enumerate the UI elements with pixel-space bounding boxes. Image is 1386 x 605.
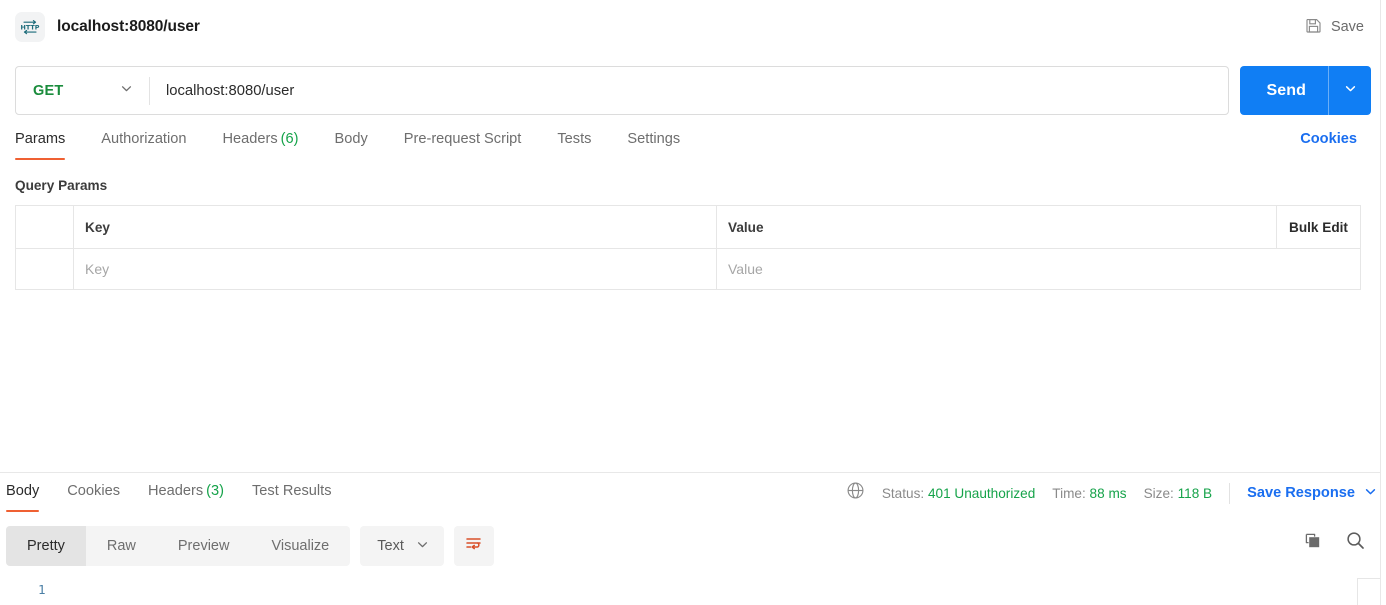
view-mode-segmented-control: Pretty Raw Preview Visualize xyxy=(6,526,351,566)
tab-body[interactable]: Body xyxy=(334,128,367,160)
send-button-group: Send xyxy=(1240,66,1371,115)
size-label-text: Size: xyxy=(1143,485,1174,501)
body-format-label: Text xyxy=(377,538,404,554)
response-body-editor[interactable] xyxy=(0,572,1380,605)
request-header-bar: HTTP localhost:8080/user Save xyxy=(0,0,1386,54)
response-tab-headers-count: (3) xyxy=(206,483,225,499)
tab-headers-count: (6) xyxy=(280,131,299,147)
response-section-divider xyxy=(0,472,1380,473)
request-tab-bar: Params Authorization Headers (6) Body Pre… xyxy=(0,128,1386,168)
response-tab-bar: Body Cookies Headers (3) Test Results Sta… xyxy=(0,480,1386,518)
send-button[interactable]: Send xyxy=(1240,66,1328,115)
row-checkbox-cell[interactable] xyxy=(15,248,74,290)
status-label: Status: 401 Unauthorized xyxy=(882,486,1035,501)
response-tab-cookies-label: Cookies xyxy=(67,483,120,499)
response-tab-test-results-label: Test Results xyxy=(252,483,332,499)
response-meta: Status: 401 Unauthorized Time: 88 ms Siz… xyxy=(846,480,1386,505)
search-icon[interactable] xyxy=(1345,530,1366,551)
url-input[interactable] xyxy=(150,67,1229,114)
http-method-label: GET xyxy=(33,82,64,99)
view-mode-preview[interactable]: Preview xyxy=(157,526,251,566)
tab-params-label: Params xyxy=(15,131,66,147)
view-mode-visualize[interactable]: Visualize xyxy=(250,526,350,566)
view-mode-pretty[interactable]: Pretty xyxy=(6,526,86,566)
table-header-row: Key Value Bulk Edit xyxy=(15,205,1361,249)
key-input-placeholder[interactable]: Key xyxy=(74,261,716,277)
response-tab-body[interactable]: Body xyxy=(6,480,40,512)
response-body-actions xyxy=(1303,530,1366,551)
size-value: 118 B xyxy=(1177,485,1213,501)
status-value: 401 Unauthorized xyxy=(927,485,1036,501)
response-tab-body-label: Body xyxy=(6,483,40,499)
line-number: 1 xyxy=(38,582,46,597)
column-header-value: Value xyxy=(728,219,764,235)
chevron-down-icon xyxy=(415,537,430,556)
value-input-placeholder[interactable]: Value xyxy=(717,261,1360,277)
save-button[interactable]: Save xyxy=(1305,17,1364,38)
url-bar-row: GET Send xyxy=(15,66,1371,115)
header-cell-checkbox xyxy=(15,205,74,249)
tab-params[interactable]: Params xyxy=(15,128,66,160)
tab-tests[interactable]: Tests xyxy=(557,128,591,160)
meta-divider xyxy=(1229,482,1231,504)
cookies-link[interactable]: Cookies xyxy=(1300,128,1357,147)
column-header-key: Key xyxy=(85,219,110,235)
svg-text:HTTP: HTTP xyxy=(21,24,40,32)
header-cell-bulk-edit[interactable]: Bulk Edit xyxy=(1276,205,1361,249)
save-response-label: Save Response xyxy=(1247,485,1355,501)
right-panel-rail xyxy=(1380,0,1386,605)
bulk-edit-button[interactable]: Bulk Edit xyxy=(1277,220,1360,235)
url-input-group: GET xyxy=(15,66,1230,115)
save-button-label: Save xyxy=(1330,19,1364,35)
chevron-down-icon xyxy=(119,81,134,101)
header-cell-value: Value xyxy=(716,205,1277,249)
header-actions: Save xyxy=(1305,17,1386,38)
view-mode-raw[interactable]: Raw xyxy=(86,526,157,566)
request-identity: HTTP localhost:8080/user xyxy=(0,12,200,42)
time-label-text: Time: xyxy=(1052,485,1086,501)
header-cell-key: Key xyxy=(73,205,717,249)
http-protocol-icon: HTTP xyxy=(15,12,45,42)
editor-corner-box xyxy=(1357,578,1381,605)
row-value-cell[interactable]: Value xyxy=(716,248,1361,290)
word-wrap-button[interactable] xyxy=(453,526,494,566)
chevron-down-icon xyxy=(1363,484,1378,503)
tab-body-label: Body xyxy=(334,131,368,147)
response-tab-test-results[interactable]: Test Results xyxy=(252,480,331,512)
globe-icon[interactable] xyxy=(846,481,865,505)
copy-icon[interactable] xyxy=(1303,531,1323,551)
time-value: 88 ms xyxy=(1089,485,1127,501)
status-label-text: Status: xyxy=(881,485,925,501)
http-method-select[interactable]: GET xyxy=(16,67,149,114)
row-key-cell[interactable]: Key xyxy=(73,248,717,290)
request-title: localhost:8080/user xyxy=(57,18,200,35)
tab-settings[interactable]: Settings xyxy=(627,128,680,160)
floppy-disk-icon xyxy=(1305,17,1322,38)
chevron-down-icon xyxy=(1343,81,1358,101)
tab-pre-request-script[interactable]: Pre-request Script xyxy=(404,128,522,160)
response-tab-headers-label: Headers xyxy=(148,483,204,499)
size-label: Size: 118 B xyxy=(1144,486,1213,501)
response-tab-headers[interactable]: Headers (3) xyxy=(148,480,224,512)
tab-authorization-label: Authorization xyxy=(101,131,187,147)
table-row: Key Value xyxy=(15,248,1361,290)
tab-tests-label: Tests xyxy=(557,131,592,147)
word-wrap-icon xyxy=(464,534,483,558)
time-label: Time: 88 ms xyxy=(1052,486,1126,501)
tab-headers[interactable]: Headers (6) xyxy=(222,128,298,160)
tab-settings-label: Settings xyxy=(627,131,681,147)
tab-pre-request-script-label: Pre-request Script xyxy=(403,131,522,147)
save-response-button[interactable]: Save Response xyxy=(1247,484,1378,503)
body-format-select[interactable]: Text xyxy=(360,526,444,566)
query-params-table: Key Value Bulk Edit Key Value xyxy=(15,205,1361,290)
tab-headers-label: Headers xyxy=(222,131,278,147)
tab-authorization[interactable]: Authorization xyxy=(101,128,186,160)
postman-request-view: HTTP localhost:8080/user Save GET localh… xyxy=(0,0,1386,605)
query-params-title: Query Params xyxy=(15,178,108,193)
response-tab-cookies[interactable]: Cookies xyxy=(67,480,120,512)
send-options-button[interactable] xyxy=(1329,66,1371,115)
response-body-toolbar: Pretty Raw Preview Visualize Text xyxy=(6,526,494,566)
